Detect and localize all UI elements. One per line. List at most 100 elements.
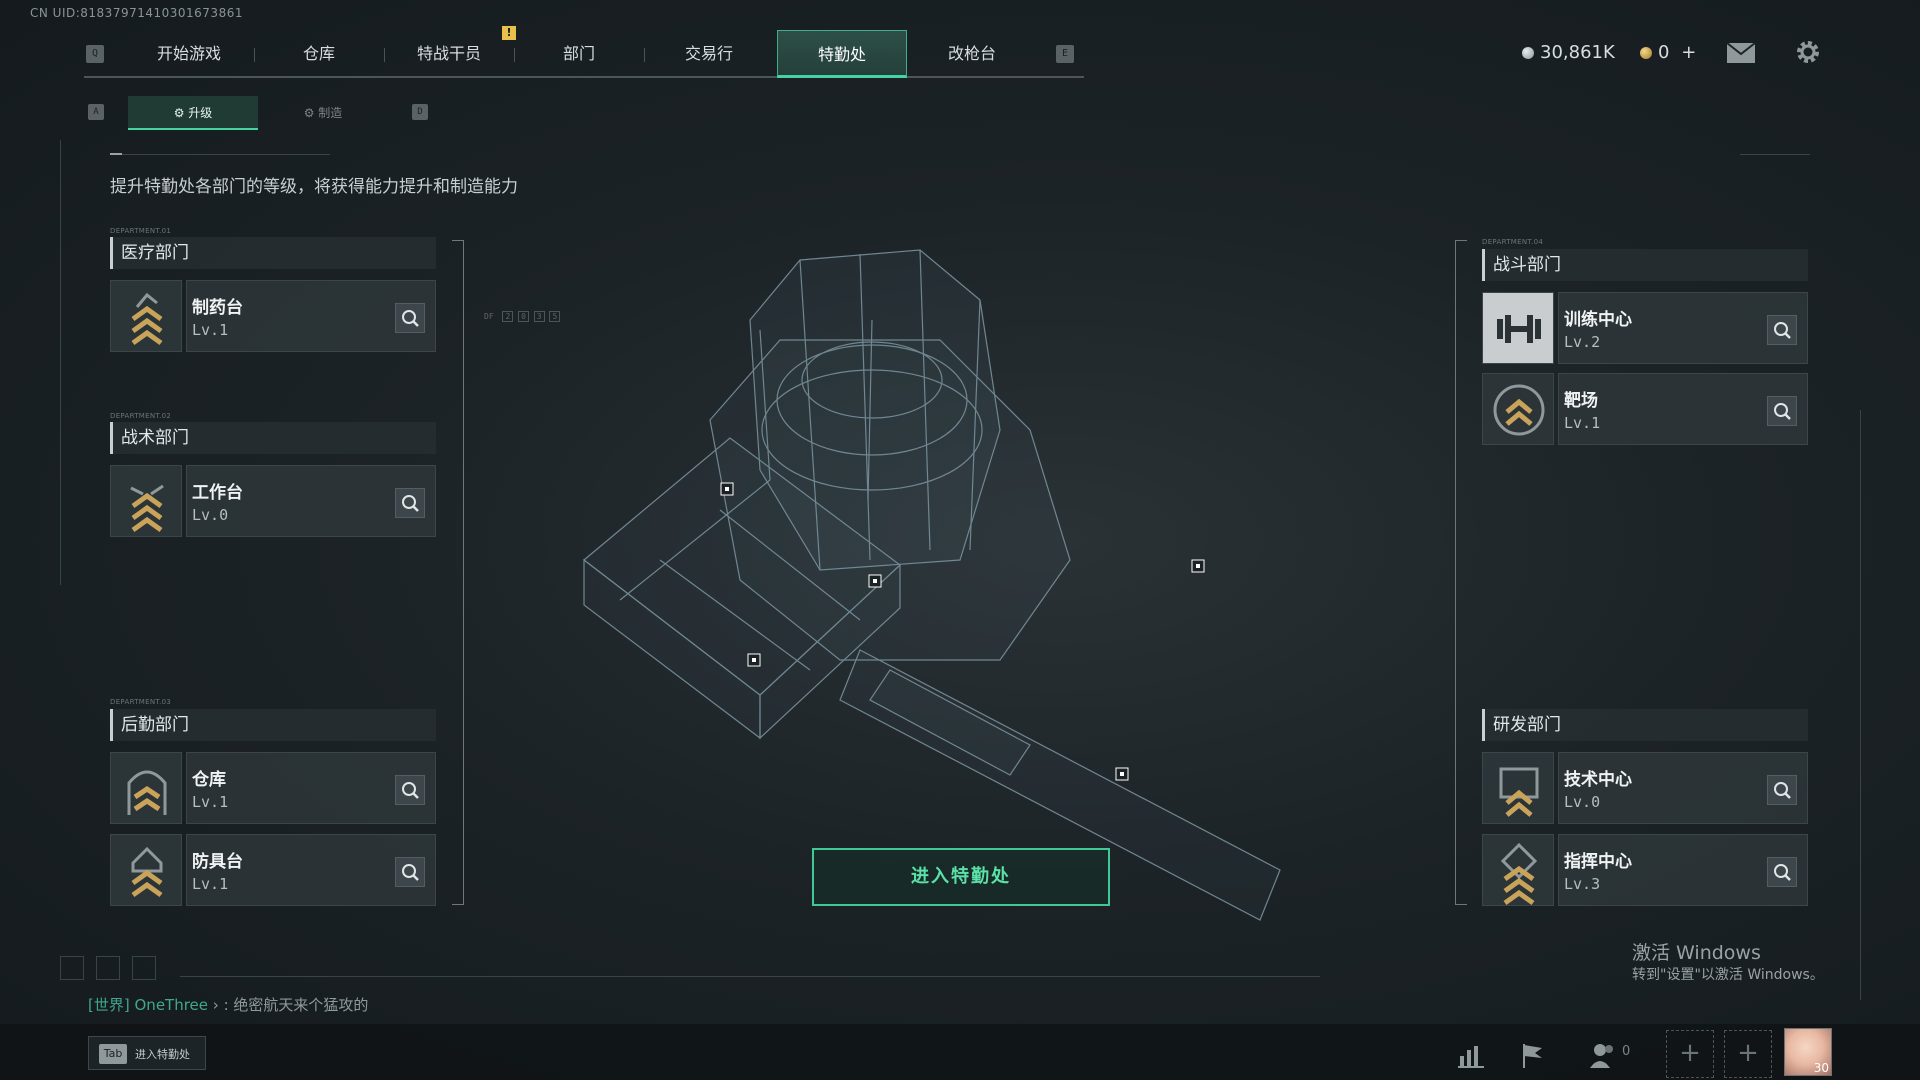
uid-label: CN UID:81837971410301673861 bbox=[30, 6, 243, 20]
windows-activation-title: 激活 Windows bbox=[1632, 942, 1761, 964]
facility-info: 工作台 Lv.0 bbox=[186, 465, 436, 537]
facility-card[interactable]: 防具台 Lv.1 bbox=[110, 834, 436, 906]
dept-title-logistics: 后勤部门 bbox=[110, 709, 436, 741]
facility-name: 训练中心 bbox=[1564, 310, 1632, 330]
tab-key: Tab bbox=[99, 1044, 127, 1064]
search-icon[interactable] bbox=[395, 857, 425, 887]
facility-card[interactable]: 仓库 Lv.1 bbox=[110, 752, 436, 824]
search-icon[interactable] bbox=[395, 303, 425, 333]
craft-icon: ⚙ bbox=[303, 106, 319, 120]
search-icon[interactable] bbox=[1767, 775, 1797, 805]
enter-special-ops-button[interactable]: 进入特勤处 bbox=[812, 848, 1110, 906]
hud-digit: 3 bbox=[533, 311, 545, 322]
nav-next-key: E bbox=[1056, 45, 1074, 63]
facility-info: 技术中心 Lv.0 bbox=[1558, 752, 1808, 824]
chat-line[interactable]: [世界] OneThree › : 绝密航天来个猛攻的 bbox=[88, 994, 368, 1015]
frame-bracket bbox=[452, 240, 464, 905]
frame-bracket bbox=[1455, 240, 1467, 905]
facility-level: Lv.1 bbox=[192, 321, 229, 339]
chevron-rank-icon bbox=[110, 280, 182, 352]
dept-title-medical: 医疗部门 bbox=[110, 237, 436, 269]
facility-card[interactable]: 指挥中心 Lv.3 bbox=[1482, 834, 1808, 906]
subtab-upgrade[interactable]: ⚙ 升级 bbox=[128, 96, 258, 130]
friends-count: 0 bbox=[1622, 1044, 1631, 1059]
tab-departments[interactable]: 部门 bbox=[514, 30, 644, 78]
subtab-prev-key: A bbox=[88, 104, 104, 120]
facility-name: 防具台 bbox=[192, 852, 243, 872]
add-icon[interactable]: + bbox=[1666, 1030, 1714, 1078]
quick-slot[interactable] bbox=[132, 956, 156, 980]
main-nav: Q 开始游戏 仓库 特战干员 ! 部门 交易行 特勤处 改枪台 E bbox=[84, 26, 1084, 78]
frame-line bbox=[1740, 154, 1810, 155]
friends-icon[interactable] bbox=[1588, 1040, 1618, 1070]
silver-amount: 30,861K bbox=[1540, 42, 1615, 63]
search-icon[interactable] bbox=[395, 775, 425, 805]
gold-currency[interactable]: 0 + bbox=[1640, 42, 1696, 63]
divider bbox=[110, 154, 330, 155]
subtab-craft[interactable]: ⚙ 制造 bbox=[258, 96, 388, 130]
tab-gunsmith[interactable]: 改枪台 bbox=[907, 30, 1037, 78]
tab-operators[interactable]: 特战干员 bbox=[384, 30, 514, 78]
tab-shortcut-label: 进入特勤处 bbox=[135, 1048, 190, 1061]
avatar[interactable]: 30 bbox=[1784, 1028, 1832, 1076]
avatar-level: 30 bbox=[1813, 1061, 1829, 1075]
tab-trading[interactable]: 交易行 bbox=[644, 30, 774, 78]
add-icon[interactable]: + bbox=[1724, 1030, 1772, 1078]
tab-shortcut-hint[interactable]: Tab 进入特勤处 bbox=[88, 1036, 206, 1070]
bottom-bar bbox=[0, 1024, 1920, 1080]
hud-df-label: DF bbox=[484, 312, 494, 321]
hud-digit: 0 bbox=[518, 311, 529, 322]
dept-title-research: 研发部门 bbox=[1482, 709, 1808, 741]
quick-slot[interactable] bbox=[60, 956, 84, 980]
nav-prev-key: Q bbox=[86, 45, 104, 63]
chevron-rank-icon bbox=[1482, 752, 1554, 824]
chat-separator: › bbox=[212, 996, 219, 1014]
tab-start-game[interactable]: 开始游戏 bbox=[124, 30, 254, 78]
chat-channel: [世界] bbox=[88, 996, 130, 1014]
flag-icon[interactable] bbox=[1518, 1040, 1548, 1070]
facility-name: 靶场 bbox=[1564, 391, 1598, 411]
add-gold-icon[interactable]: + bbox=[1681, 42, 1696, 63]
facility-level: Lv.2 bbox=[1564, 333, 1601, 351]
gold-coin-icon bbox=[1640, 47, 1652, 59]
chevron-rank-icon bbox=[1482, 834, 1554, 906]
upgrade-icon: ⚙ bbox=[173, 106, 189, 120]
subtab-next-key: D bbox=[412, 104, 428, 120]
facility-card[interactable]: 工作台 Lv.0 bbox=[110, 465, 436, 537]
facility-card[interactable]: 技术中心 Lv.0 bbox=[1482, 752, 1808, 824]
search-icon[interactable] bbox=[1767, 396, 1797, 426]
quick-slot[interactable] bbox=[96, 956, 120, 980]
facility-name: 制药台 bbox=[192, 298, 243, 318]
dept-title-tactical: 战术部门 bbox=[110, 422, 436, 454]
gold-amount: 0 bbox=[1658, 42, 1670, 63]
facility-card[interactable]: 靶场 Lv.1 bbox=[1482, 373, 1808, 445]
silver-currency[interactable]: 30,861K bbox=[1522, 42, 1615, 63]
divider-accent bbox=[110, 153, 122, 155]
chevron-rank-icon bbox=[110, 752, 182, 824]
chat-user[interactable]: OneThree bbox=[135, 996, 209, 1014]
tab-warehouse[interactable]: 仓库 bbox=[254, 30, 384, 78]
facility-info: 仓库 Lv.1 bbox=[186, 752, 436, 824]
frame-line bbox=[1860, 410, 1861, 1000]
dept-code: DEPARTMENT.03 bbox=[110, 698, 172, 706]
hud-digit: 2 bbox=[502, 311, 514, 322]
facility-name: 指挥中心 bbox=[1564, 852, 1632, 872]
facility-info: 训练中心 Lv.2 bbox=[1558, 292, 1808, 364]
facility-card[interactable]: 训练中心 Lv.2 bbox=[1482, 292, 1808, 364]
page-description: 提升特勤处各部门的等级，将获得能力提升和制造能力 bbox=[110, 177, 518, 197]
stats-icon[interactable] bbox=[1456, 1040, 1486, 1070]
subtab-craft-label: 制造 bbox=[318, 106, 343, 120]
search-icon[interactable] bbox=[1767, 857, 1797, 887]
hud-digit: 5 bbox=[549, 311, 561, 322]
search-icon[interactable] bbox=[395, 488, 425, 518]
chevron-rank-icon bbox=[1482, 373, 1554, 445]
search-icon[interactable] bbox=[1767, 315, 1797, 345]
mail-icon[interactable] bbox=[1726, 42, 1756, 64]
facility-level: Lv.1 bbox=[192, 875, 229, 893]
facility-card[interactable]: 制药台 Lv.1 bbox=[110, 280, 436, 352]
facility-name: 工作台 bbox=[192, 483, 243, 503]
tab-special-ops[interactable]: 特勤处 bbox=[777, 30, 907, 78]
facility-info: 防具台 Lv.1 bbox=[186, 834, 436, 906]
settings-icon[interactable] bbox=[1794, 38, 1822, 66]
subtab-upgrade-label: 升级 bbox=[188, 106, 213, 120]
